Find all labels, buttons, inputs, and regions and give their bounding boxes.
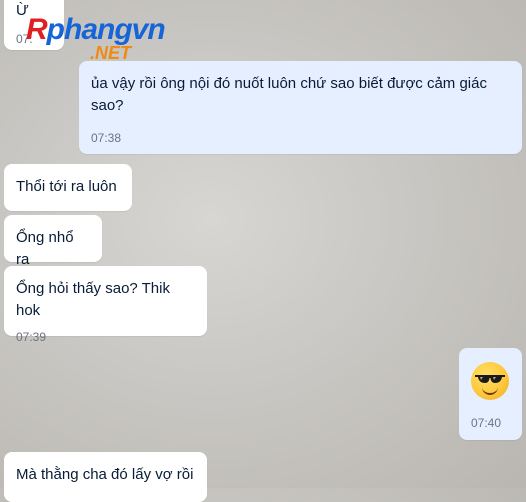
- message-outgoing-emoji[interactable]: 07:40: [459, 348, 522, 440]
- message-text: Ổng nhổ ra: [16, 229, 74, 268]
- sunglasses-icon: [475, 375, 505, 383]
- watermark-logo: Rphangvn .NET: [26, 12, 186, 66]
- message-text: Mà thằng cha đó lấy vợ rồi: [16, 466, 194, 483]
- message-outgoing[interactable]: ủa vậy rồi ông nội đó nuốt luôn chứ sao …: [79, 61, 522, 154]
- watermark-sub: .NET: [90, 43, 132, 63]
- message-incoming[interactable]: Ổng hỏi thấy sao? Thik hok 07:39: [4, 266, 207, 344]
- message-text: Ổng hỏi thấy sao? Thik hok: [16, 280, 170, 319]
- message-incoming[interactable]: Thổi tới ra luôn: [4, 164, 132, 211]
- sunglasses-face-icon: [471, 362, 509, 400]
- message-incoming[interactable]: Mà thằng cha đó lấy vợ rồi: [4, 452, 207, 502]
- message-incoming[interactable]: Ổng nhổ ra: [4, 215, 102, 268]
- chat-conversation: Ừ 07: ủa vậy rồi ông nội đó nuốt luôn ch…: [0, 0, 526, 502]
- message-text: Thổi tới ra luôn: [16, 178, 117, 195]
- message-time: 07:39: [16, 330, 47, 344]
- message-time: 07:38: [91, 131, 122, 145]
- message-time: 07:40: [471, 416, 502, 430]
- message-text: ủa vậy rồi ông nội đó nuốt luôn chứ sao …: [91, 75, 487, 114]
